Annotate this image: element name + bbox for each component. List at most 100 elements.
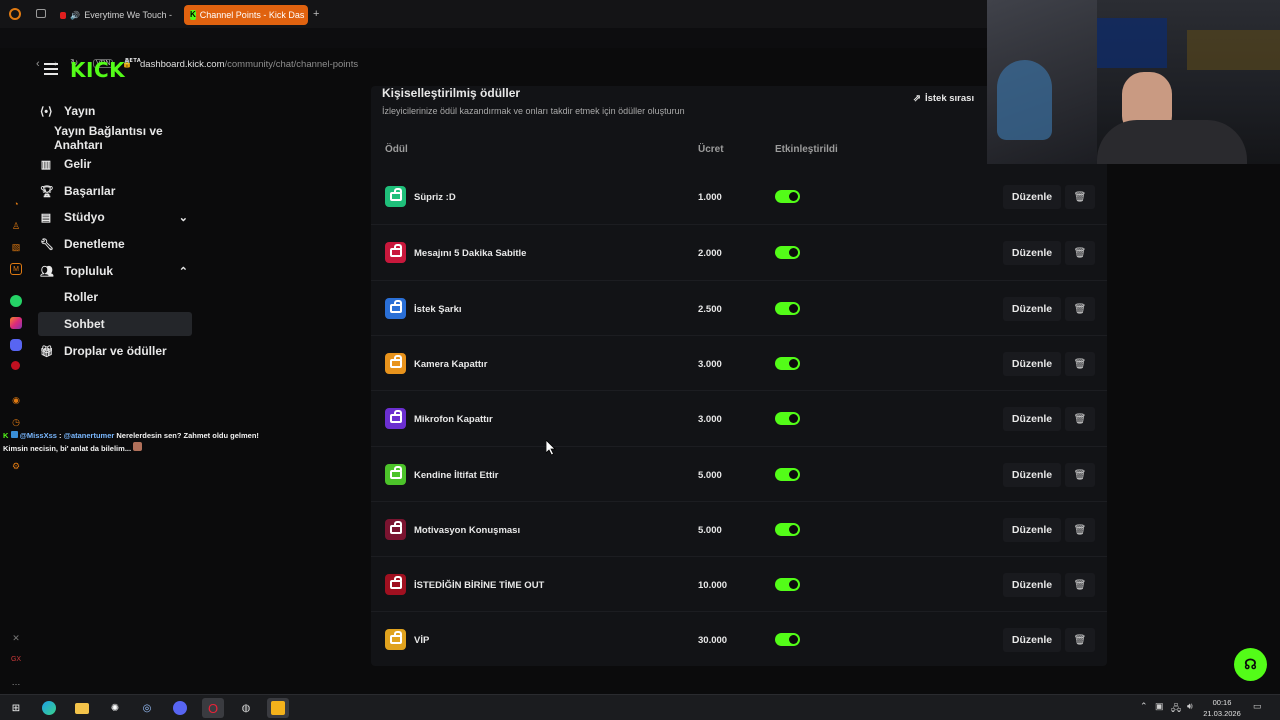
edit-reward-button[interactable]: Düzenle — [1003, 573, 1061, 597]
steelseries-icon[interactable]: ✺ — [104, 698, 126, 718]
settings-icon[interactable]: ⚙ — [10, 460, 22, 472]
reward-name: İSTEDİĞİN BİRİNE TİME OUT — [414, 580, 545, 591]
gx-icon[interactable]: GX — [10, 654, 22, 666]
panel-title: Kişiselleştirilmiş ödüller — [382, 86, 521, 100]
nav-label: Gelir — [64, 157, 92, 171]
network-icon[interactable]: 🖧︎ — [1171, 701, 1181, 717]
queue-label: İstek sırası — [924, 93, 975, 104]
reward-enabled-toggle[interactable] — [775, 412, 800, 425]
delete-reward-button[interactable]: 🗑︎ — [1065, 407, 1095, 431]
reward-enabled-toggle[interactable] — [775, 190, 800, 203]
broadcast-icon: ⟨•⟩ — [40, 105, 53, 118]
reward-enabled-toggle[interactable] — [775, 578, 800, 591]
edit-reward-button[interactable]: Düzenle — [1003, 463, 1061, 487]
discord-icon[interactable] — [10, 339, 22, 351]
notification-icon[interactable] — [11, 361, 20, 370]
nav-label: Yayın Bağlantısı ve Anahtarı — [54, 124, 163, 152]
edit-reward-button[interactable]: Düzenle — [1003, 628, 1061, 652]
reward-enabled-toggle[interactable] — [775, 246, 800, 259]
trash-icon: 🗑︎ — [1073, 303, 1087, 315]
nav-topluluk[interactable]: 👥︎ Topluluk ⌃ — [40, 259, 192, 283]
edit-reward-button[interactable]: Düzenle — [1003, 352, 1061, 376]
reward-enabled-toggle[interactable] — [775, 468, 800, 481]
trash-icon: 🗑︎ — [1073, 634, 1087, 646]
tab-everytime-we-touch[interactable]: 🔊 Everytime We Touch - — [54, 5, 178, 25]
nav-sohbet[interactable]: Sohbet — [38, 312, 192, 336]
opera-gx-taskbar-icon[interactable]: O — [202, 698, 224, 718]
subscriber-badge-icon — [10, 431, 18, 438]
nav-gelir[interactable]: ▥ Gelir — [40, 152, 192, 176]
steam-icon[interactable]: ◎ — [136, 698, 158, 718]
trash-icon: 🗑︎ — [1073, 579, 1087, 591]
whatsapp-icon[interactable] — [10, 295, 22, 307]
edge-icon[interactable] — [38, 698, 60, 718]
reward-enabled-toggle[interactable] — [775, 523, 800, 536]
new-tab-button[interactable]: + — [313, 8, 319, 20]
edit-reward-button[interactable]: Düzenle — [1003, 518, 1061, 542]
history-icon[interactable]: ◷ — [10, 416, 22, 428]
nav-basarilar[interactable]: 🏆︎ Başarılar — [40, 179, 192, 203]
nav-roller[interactable]: Roller — [38, 285, 192, 309]
reward-enabled-toggle[interactable] — [775, 302, 800, 315]
nav-denetleme[interactable]: 🔧︎ Denetleme — [40, 232, 192, 256]
tray-overflow-icon[interactable]: ⌃ — [1140, 701, 1148, 712]
reward-cost: 10.000 — [698, 580, 728, 591]
notification-center-icon[interactable]: ▭ — [1253, 701, 1262, 712]
edit-reward-button[interactable]: Düzenle — [1003, 185, 1061, 209]
help-chat-button[interactable]: ☊ — [1234, 648, 1267, 681]
player-icon[interactable]: ◉ — [10, 394, 22, 406]
edit-reward-button[interactable]: Düzenle — [1003, 407, 1061, 431]
tab-channel-points[interactable]: K Channel Points - Kick Das — [184, 5, 308, 25]
nav-studyo[interactable]: ▤ Stüdyo ⌄ — [40, 205, 192, 229]
kick-logo[interactable]: KICKBETA — [70, 58, 141, 82]
delete-reward-button[interactable]: 🗑︎ — [1065, 628, 1095, 652]
aria-icon[interactable]: ♙ — [10, 220, 22, 232]
reward-row: Kendine İltifat Ettir 5.000 Düzenle 🗑︎ — [371, 446, 1107, 501]
studio-icon: ▤ — [40, 211, 52, 224]
discord-taskbar-icon[interactable] — [169, 698, 191, 718]
tab-overview-icon[interactable] — [36, 9, 46, 18]
request-queue-button[interactable]: ⇗ İstek sırası — [913, 93, 974, 104]
taskbar-clock[interactable]: 00:16 21.03.2026 — [1200, 697, 1244, 719]
edit-reward-button[interactable]: Düzenle — [1003, 297, 1061, 321]
back-icon[interactable]: ‹ — [36, 58, 40, 70]
delete-reward-button[interactable]: 🗑︎ — [1065, 241, 1095, 265]
file-explorer-icon[interactable] — [71, 698, 93, 718]
delete-reward-button[interactable]: 🗑︎ — [1065, 297, 1095, 321]
chat-mention: @atanertumer — [63, 431, 115, 440]
opera-logo-icon[interactable] — [9, 8, 21, 20]
nav-droplar[interactable]: 🎁︎ Droplar ve ödüller — [40, 339, 192, 363]
delete-reward-button[interactable]: 🗑︎ — [1065, 185, 1095, 209]
mail-icon[interactable]: M — [10, 263, 22, 275]
reward-enabled-toggle[interactable] — [775, 357, 800, 370]
url-field[interactable]: dashboard.kick.com/community/chat/channe… — [140, 59, 358, 70]
delete-reward-button[interactable]: 🗑︎ — [1065, 518, 1095, 542]
instagram-icon[interactable] — [10, 317, 22, 329]
reward-name: VİP — [414, 635, 430, 646]
extensions-icon[interactable]: ✕ — [10, 632, 22, 644]
nav-label: Roller — [64, 290, 99, 304]
delete-reward-button[interactable]: 🗑︎ — [1065, 352, 1095, 376]
delete-reward-button[interactable]: 🗑︎ — [1065, 573, 1095, 597]
more-icon[interactable]: … — [10, 676, 22, 688]
menu-icon[interactable] — [44, 63, 58, 75]
workspace-icon[interactable]: ▧ — [10, 241, 22, 253]
clock-time: 00:16 — [1212, 698, 1232, 707]
edit-reward-button[interactable]: Düzenle — [1003, 241, 1061, 265]
nav-yayin[interactable]: ⟨•⟩ Yayın — [40, 99, 192, 123]
nav-yayin-baglanti[interactable]: Yayın Bağlantısı ve Anahtarı — [38, 124, 192, 152]
volume-icon[interactable]: 🔊︎ — [1187, 701, 1193, 712]
tray-app-icon[interactable]: ▣ — [1155, 701, 1164, 712]
rockstar-icon[interactable] — [267, 698, 289, 718]
delete-reward-button[interactable]: 🗑︎ — [1065, 463, 1095, 487]
reward-cost: 5.000 — [698, 470, 722, 481]
chat-overlay-message: K @MissXss : @atanertumer Nerelerdesin s… — [3, 431, 259, 453]
obs-icon[interactable]: ◍ — [235, 698, 257, 718]
reward-gift-icon — [385, 574, 406, 595]
mouse-cursor-icon — [546, 440, 556, 456]
reward-enabled-toggle[interactable] — [775, 633, 800, 646]
nav-label: Droplar ve ödüller — [64, 344, 167, 358]
speed-dial-icon[interactable]: ◔ — [10, 198, 22, 210]
reward-row: Mesajını 5 Dakika Sabitle 2.000 Düzenle 🗑︎ — [371, 224, 1107, 279]
start-icon[interactable]: ⊞ — [5, 698, 27, 718]
